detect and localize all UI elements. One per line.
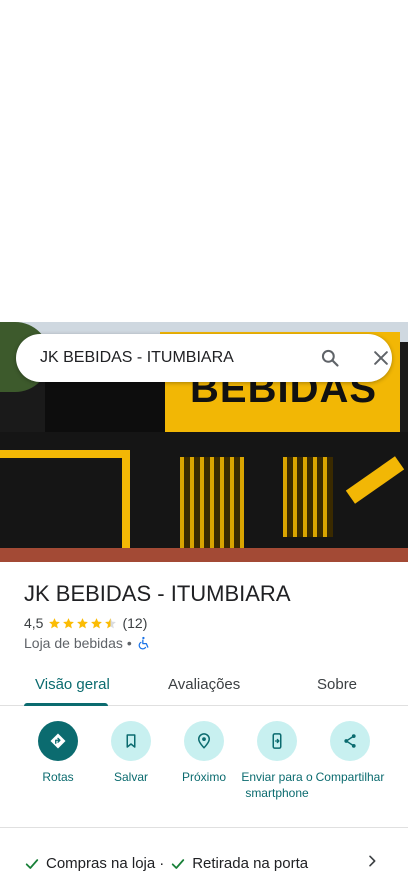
search-icon[interactable]: [320, 348, 340, 368]
photo-yellow-trim: [0, 450, 130, 458]
tab-bar: Visão geral Avaliações Sobre: [0, 664, 408, 706]
send-to-phone-button[interactable]: Enviar para o smartphone: [237, 721, 317, 801]
star-full-icon: [48, 617, 61, 630]
send-to-phone-label: Enviar para o smartphone: [241, 770, 313, 800]
star-rating: [48, 617, 117, 630]
tab-reviews[interactable]: Avaliações: [168, 676, 240, 693]
star-full-icon: [62, 617, 75, 630]
search-bar[interactable]: JK BEBIDAS - ITUMBIARA: [16, 334, 392, 382]
close-icon[interactable]: [371, 348, 391, 368]
directions-button[interactable]: Rotas: [18, 721, 98, 785]
separator-dot: •: [126, 635, 132, 651]
check-icon: [170, 856, 186, 872]
category-row: Loja de bebidas •: [24, 635, 151, 651]
photo-gate: [283, 457, 333, 537]
rating-value: 4,5: [24, 615, 44, 631]
service-curbside-pickup: Retirada na porta: [192, 855, 309, 872]
review-count[interactable]: (12): [122, 615, 147, 631]
nearby-icon[interactable]: [184, 721, 224, 761]
active-tab-indicator: [24, 703, 108, 706]
save-label: Salvar: [113, 770, 148, 784]
photo-gate: [180, 457, 244, 552]
check-icon: [24, 856, 40, 872]
nearby-label: Próximo: [181, 770, 226, 784]
directions-icon[interactable]: [38, 721, 78, 761]
star-full-icon: [76, 617, 89, 630]
wheelchair-accessible-icon: [137, 636, 151, 650]
photo-yellow-trim-vertical: [122, 450, 130, 562]
send-to-phone-icon[interactable]: [257, 721, 297, 761]
share-label: Compartilhar: [315, 770, 385, 784]
star-full-icon: [90, 617, 103, 630]
action-buttons: Rotas Salvar Próximo Enviar para o smart…: [0, 721, 408, 821]
nearby-button[interactable]: Próximo: [164, 721, 244, 785]
section-divider: [0, 827, 408, 828]
service-in-store-shopping: Compras na loja: [46, 855, 156, 872]
share-icon[interactable]: [330, 721, 370, 761]
star-half-icon: [104, 617, 117, 630]
bookmark-icon[interactable]: [111, 721, 151, 761]
photo-sidewalk: [0, 548, 408, 562]
place-title: JK BEBIDAS - ITUMBIARA: [24, 581, 291, 606]
tab-overview[interactable]: Visão geral: [35, 676, 110, 693]
place-category: Loja de bebidas: [24, 635, 123, 651]
search-query[interactable]: JK BEBIDAS - ITUMBIARA: [40, 349, 234, 367]
service-separator: ·: [159, 855, 165, 872]
share-button[interactable]: Compartilhar: [310, 721, 390, 785]
tab-about[interactable]: Sobre: [317, 676, 357, 693]
service-options-row[interactable]: Compras na loja · Retirada na porta: [24, 855, 308, 872]
chevron-right-icon[interactable]: [364, 853, 380, 869]
save-button[interactable]: Salvar: [91, 721, 171, 785]
directions-label: Rotas: [42, 770, 74, 784]
rating-row[interactable]: 4,5 (12): [24, 615, 147, 631]
